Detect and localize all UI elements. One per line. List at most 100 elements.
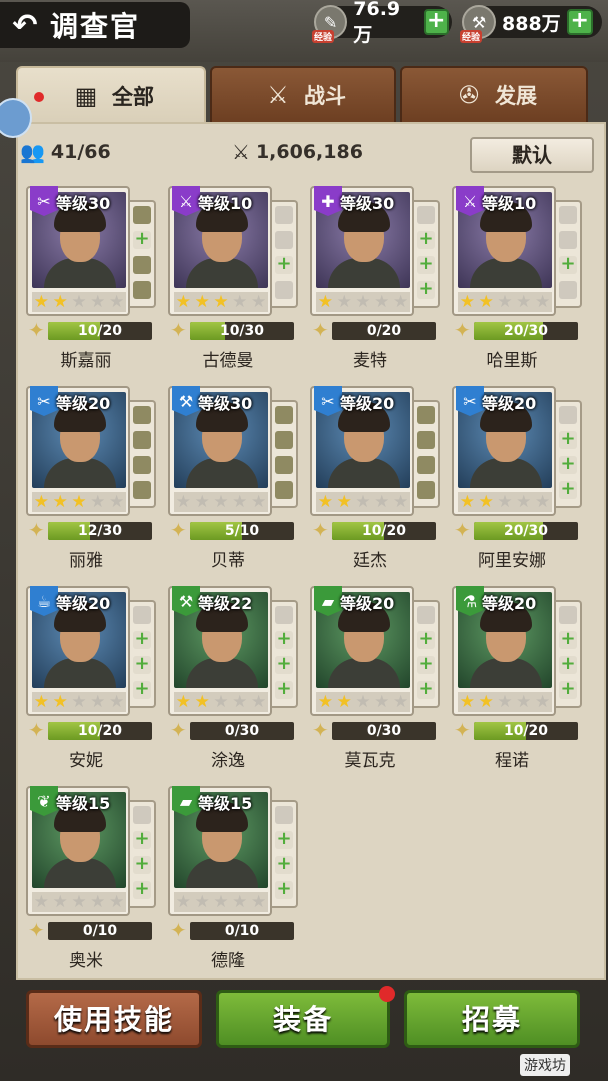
equipment-slot[interactable] [275, 206, 293, 224]
tab-develop[interactable]: ✇ 发展 [400, 66, 588, 124]
add-equipment-slot[interactable]: + [275, 880, 293, 899]
hero-card[interactable]: ▰ 等级20 ★ ★ ★ ★ ★ + + + ✦ 0/30 莫瓦克 [310, 586, 448, 772]
equipment-slot[interactable] [133, 456, 151, 474]
equipment-slot[interactable] [417, 206, 435, 224]
weapon-icon: ⚔ [172, 186, 200, 216]
top-bar: ↶ 调查官 ✎ 经验 76.9万 + ⚒ 经验 888万 + [0, 0, 608, 62]
hero-card[interactable]: ▰ 等级15 ★ ★ ★ ★ ★ + + + ✦ 0/10 德隆 [168, 786, 306, 972]
back-button[interactable]: ↶ 调查官 [0, 2, 190, 48]
equipment-slot[interactable] [133, 431, 151, 449]
equipment-slot[interactable] [559, 281, 577, 299]
add-equipment-slot[interactable]: + [417, 680, 435, 699]
equipment-slot[interactable] [133, 406, 151, 424]
hero-card[interactable]: ✂ 等级20 ★ ★ ★ ★ ★ + + + ✦ 20/30 阿里安娜 [452, 386, 590, 572]
add-equipment-slot[interactable]: + [559, 680, 577, 699]
equipment-slot[interactable] [417, 606, 435, 624]
add-equipment-slot[interactable]: + [559, 455, 577, 474]
equipment-slot[interactable] [275, 406, 293, 424]
equipment-slot[interactable] [559, 606, 577, 624]
shard-progress: 5/10 [190, 522, 294, 540]
star-icon: ★ [33, 892, 50, 912]
hero-card[interactable]: ⚔ 等级10 ★ ★ ★ ★ ★ + ✦ 20/30 哈里斯 [452, 186, 590, 372]
hero-card[interactable]: ✂ 等级30 ★ ★ ★ ★ ★ + ✦ 10/20 斯嘉丽 [26, 186, 164, 372]
tab-combat[interactable]: ⚔ 战斗 [210, 66, 396, 124]
add-equipment-slot[interactable]: + [559, 480, 577, 499]
add-equipment-slot[interactable]: + [133, 855, 151, 874]
add-equipment-slot[interactable]: + [275, 630, 293, 649]
hero-card[interactable]: ☕ 等级20 ★ ★ ★ ★ ★ + + + ✦ 10/20 安妮 [26, 586, 164, 772]
add-equipment-slot[interactable]: + [133, 230, 151, 249]
add-equipment-slot[interactable]: + [275, 255, 293, 274]
hero-card[interactable]: ⚒ 等级30 ★ ★ ★ ★ ★ ✦ 5/10 贝蒂 [168, 386, 306, 572]
hero-card[interactable]: ❦ 等级15 ★ ★ ★ ★ ★ + + + ✦ 0/10 奥米 [26, 786, 164, 972]
equipment-slot[interactable] [133, 206, 151, 224]
weapon-icon: ⚔ [456, 186, 484, 216]
star-icon: ★ [250, 892, 267, 912]
add-equipment-slot[interactable]: + [417, 255, 435, 274]
add-equipment-slot[interactable]: + [417, 280, 435, 299]
equipment-slot[interactable] [275, 456, 293, 474]
add-equipment-slot[interactable]: + [417, 630, 435, 649]
equipment-slot[interactable] [275, 431, 293, 449]
equipment-slots: + + + [272, 800, 298, 908]
star-icon: ★ [516, 492, 532, 512]
equipment-slot[interactable] [275, 481, 293, 499]
tab-all[interactable]: ▦ 全部 [16, 66, 206, 124]
hero-card[interactable]: ⚗ 等级20 ★ ★ ★ ★ ★ + + + ✦ 10/20 程诺 [452, 586, 590, 772]
equipment-slot[interactable] [275, 281, 293, 299]
add-equipment-slot[interactable]: + [275, 830, 293, 849]
hero-frame: ⚒ 等级22 ★ ★ ★ ★ ★ [168, 586, 272, 716]
shard-progress: 20/30 [474, 322, 578, 340]
hero-card[interactable]: ✂ 等级20 ★ ★ ★ ★ ★ ✦ 12/30 丽雅 [26, 386, 164, 572]
star-icon: ★ [175, 892, 192, 912]
use-skill-button[interactable]: 使用技能 [26, 990, 202, 1048]
equipment-slot[interactable] [275, 231, 293, 249]
equipment-slot[interactable] [417, 406, 435, 424]
hero-card[interactable]: ⚔ 等级10 ★ ★ ★ ★ ★ + ✦ 10/30 古德曼 [168, 186, 306, 372]
equipment-slot[interactable] [133, 481, 151, 499]
equipment-slot[interactable] [133, 256, 151, 274]
add-equipment-slot[interactable]: + [275, 655, 293, 674]
hero-frame: ▰ 等级20 ★ ★ ★ ★ ★ [310, 586, 414, 716]
add-equipment-slot[interactable]: + [133, 680, 151, 699]
add-equipment-slot[interactable]: + [559, 655, 577, 674]
add-equipment-slot[interactable]: + [417, 230, 435, 249]
recruit-button[interactable]: 招募 [404, 990, 580, 1048]
add-equipment-slot[interactable]: + [559, 630, 577, 649]
hero-card[interactable]: ✚ 等级30 ★ ★ ★ ★ ★ + + + ✦ 0/20 麦特 [310, 186, 448, 372]
hero-card[interactable]: ⚒ 等级22 ★ ★ ★ ★ ★ + + + ✦ 0/30 涂逸 [168, 586, 306, 772]
add-equipment-slot[interactable]: + [559, 255, 577, 274]
sort-default-button[interactable]: 默认 [470, 137, 594, 173]
equipment-slot[interactable] [275, 806, 293, 824]
star-icon: ★ [374, 292, 390, 312]
star-icon: ★ [213, 292, 229, 312]
star-icon: ★ [232, 292, 248, 312]
add-equipment-slot[interactable]: + [133, 830, 151, 849]
star-icon: ★ [459, 692, 476, 712]
add-equipment-slot[interactable]: + [133, 880, 151, 899]
add-equipment-slot[interactable]: + [133, 655, 151, 674]
equipment-slot[interactable] [417, 456, 435, 474]
equipment-slot[interactable] [559, 231, 577, 249]
equipment-slot[interactable] [133, 606, 151, 624]
equipment-slot[interactable] [133, 281, 151, 299]
equip-button[interactable]: 装备 [216, 990, 390, 1048]
add-equipment-slot[interactable]: + [417, 655, 435, 674]
add-equipment-slot[interactable]: + [275, 680, 293, 699]
equipment-slot[interactable] [559, 406, 577, 424]
equipment-slot[interactable] [275, 606, 293, 624]
puzzle-piece-icon: ✦ [454, 518, 471, 542]
star-icon: ★ [108, 492, 125, 512]
equipment-slot[interactable] [133, 806, 151, 824]
add-exp-2-button[interactable]: + [566, 9, 593, 35]
add-equipment-slot[interactable]: + [559, 430, 577, 449]
add-equipment-slot[interactable]: + [275, 855, 293, 874]
add-equipment-slot[interactable]: + [133, 630, 151, 649]
equipment-slot[interactable] [559, 206, 577, 224]
add-exp-1-button[interactable]: + [423, 9, 449, 35]
crossed-swords-icon: ⚔ [232, 140, 250, 164]
equipment-slot[interactable] [417, 481, 435, 499]
equipment-slots: + + + [130, 600, 156, 708]
hero-card[interactable]: ✂ 等级20 ★ ★ ★ ★ ★ ✦ 10/20 廷杰 [310, 386, 448, 572]
equipment-slot[interactable] [417, 431, 435, 449]
